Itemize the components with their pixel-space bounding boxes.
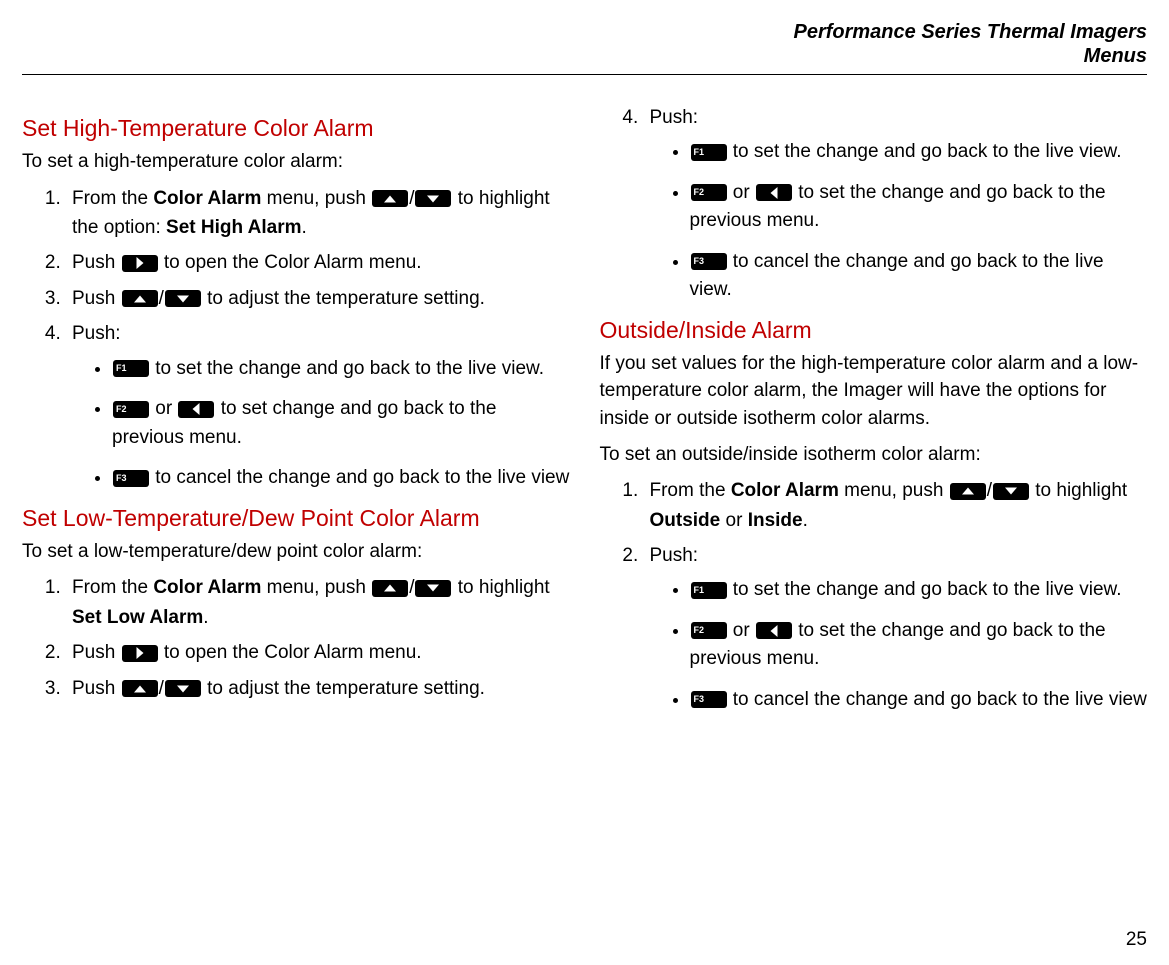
up-arrow-icon — [122, 680, 158, 697]
page-number: 25 — [1126, 929, 1147, 951]
left-column: Set High-Temperature Color Alarm To set … — [22, 103, 570, 726]
opt-f2: F2 or to set the change and go back to t… — [690, 179, 1148, 236]
up-arrow-icon — [122, 290, 158, 307]
opt-f3: F3 to cancel the change and go back to t… — [112, 464, 570, 493]
step-2: Push to open the Color Alarm menu. — [66, 638, 570, 667]
opt-f3: F3 to cancel the change and go back to t… — [690, 686, 1148, 715]
page-header: Performance Series Thermal Imagers Menus — [22, 20, 1147, 75]
f2-key-icon: F2 — [691, 184, 727, 201]
opt-f3: F3 to cancel the change and go back to t… — [690, 248, 1148, 305]
f3-key-icon: F3 — [691, 253, 727, 270]
step-1: From the Color Alarm menu, push / to hig… — [644, 476, 1148, 535]
push-options-high: F1 to set the change and go back to the … — [72, 355, 570, 493]
opt-f2: F2 or to set the change and go back to t… — [690, 617, 1148, 674]
down-arrow-icon — [415, 580, 451, 597]
f1-key-icon: F1 — [113, 360, 149, 377]
push-options-outside-inside: F1 to set the change and go back to the … — [650, 576, 1148, 714]
opt-f1: F1 to set the change and go back to the … — [112, 355, 570, 384]
page: Performance Series Thermal Imagers Menus… — [0, 0, 1169, 965]
step-1: From the Color Alarm menu, push / to hig… — [66, 573, 570, 632]
step-3: Push / to adjust the temperature setting… — [66, 674, 570, 703]
right-arrow-icon — [122, 255, 158, 272]
step-3: Push / to adjust the temperature setting… — [66, 284, 570, 313]
intro-set-high: To set a high-temperature color alarm: — [22, 148, 570, 176]
f2-key-icon: F2 — [691, 622, 727, 639]
f1-key-icon: F1 — [691, 144, 727, 161]
header-line-2: Menus — [22, 44, 1147, 68]
left-arrow-icon — [178, 401, 214, 418]
left-arrow-icon — [756, 622, 792, 639]
push-options-low: F1 to set the change and go back to the … — [650, 138, 1148, 305]
step-4: Push: F1 to set the change and go back t… — [66, 319, 570, 492]
opt-f2: F2 or to set change and go back to the p… — [112, 395, 570, 452]
steps-set-high: From the Color Alarm menu, push / to hig… — [22, 184, 570, 493]
f2-key-icon: F2 — [113, 401, 149, 418]
section-title-set-high: Set High-Temperature Color Alarm — [22, 115, 570, 142]
down-arrow-icon — [165, 290, 201, 307]
steps-set-low: From the Color Alarm menu, push / to hig… — [22, 573, 570, 703]
right-column: Push: F1 to set the change and go back t… — [600, 103, 1148, 726]
header-line-1: Performance Series Thermal Imagers — [22, 20, 1147, 44]
down-arrow-icon — [165, 680, 201, 697]
f3-key-icon: F3 — [113, 470, 149, 487]
steps-set-low-continued: Push: F1 to set the change and go back t… — [600, 103, 1148, 305]
step-2: Push to open the Color Alarm menu. — [66, 248, 570, 277]
step-1: From the Color Alarm menu, push / to hig… — [66, 184, 570, 243]
intro-set-low: To set a low-temperature/dew point color… — [22, 538, 570, 566]
content-columns: Set High-Temperature Color Alarm To set … — [22, 103, 1147, 726]
opt-f1: F1 to set the change and go back to the … — [690, 138, 1148, 167]
step-4: Push: F1 to set the change and go back t… — [644, 103, 1148, 305]
up-arrow-icon — [950, 483, 986, 500]
down-arrow-icon — [415, 190, 451, 207]
section-title-set-low: Set Low-Temperature/Dew Point Color Alar… — [22, 505, 570, 532]
f1-key-icon: F1 — [691, 582, 727, 599]
right-arrow-icon — [122, 645, 158, 662]
left-arrow-icon — [756, 184, 792, 201]
up-arrow-icon — [372, 580, 408, 597]
f3-key-icon: F3 — [691, 691, 727, 708]
section-title-outside-inside: Outside/Inside Alarm — [600, 317, 1148, 344]
up-arrow-icon — [372, 190, 408, 207]
steps-outside-inside: From the Color Alarm menu, push / to hig… — [600, 476, 1148, 714]
down-arrow-icon — [993, 483, 1029, 500]
step-2: Push: F1 to set the change and go back t… — [644, 541, 1148, 714]
para-outside-inside: If you set values for the high-temperatu… — [600, 350, 1148, 433]
intro-outside-inside: To set an outside/inside isotherm color … — [600, 441, 1148, 469]
opt-f1: F1 to set the change and go back to the … — [690, 576, 1148, 605]
